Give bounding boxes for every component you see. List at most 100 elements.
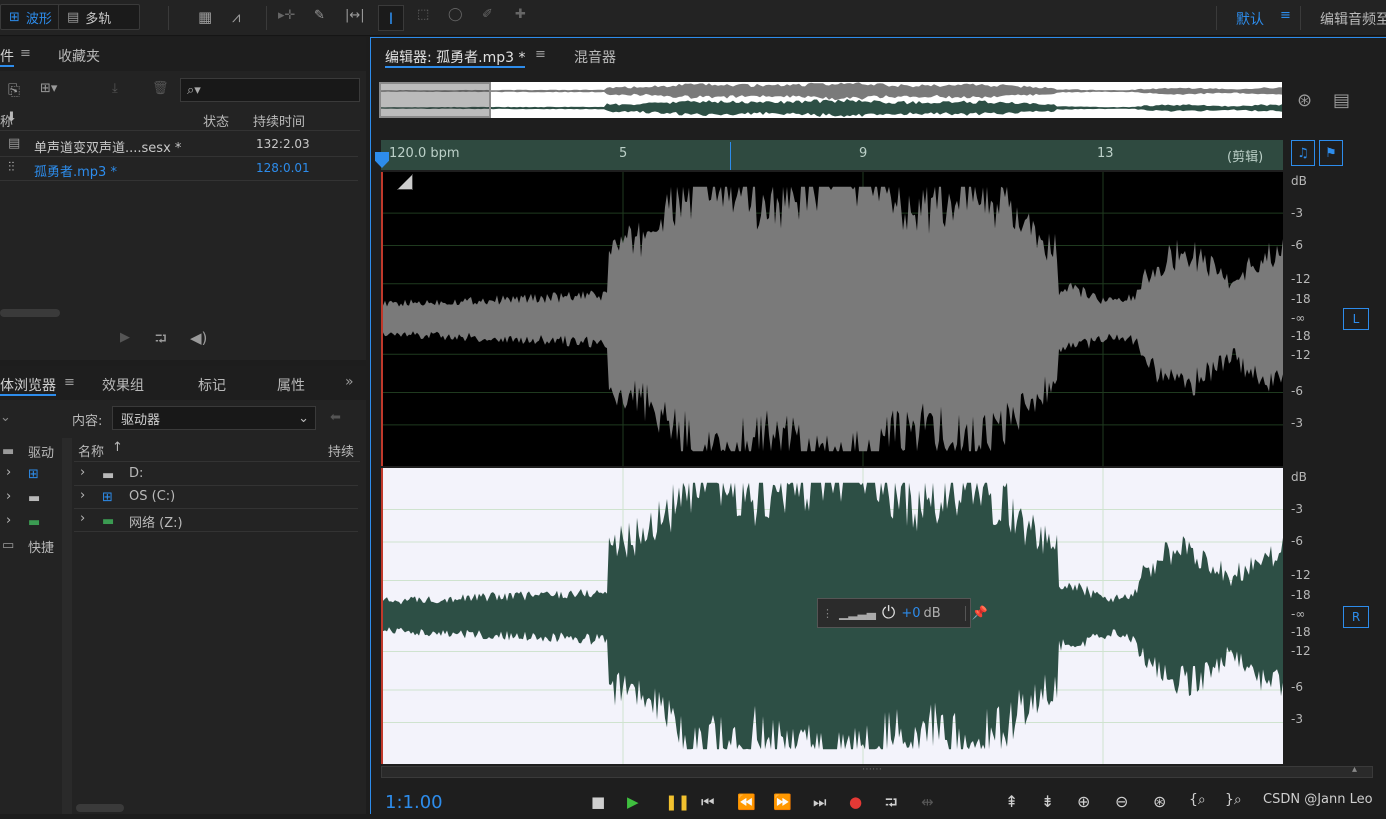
- panel-menu-icon[interactable]: ≡: [535, 47, 546, 62]
- skip-selection-icon[interactable]: ⇹: [921, 793, 934, 811]
- zoom-in-amplitude-icon[interactable]: ⇞: [1005, 792, 1018, 811]
- slip-tool-icon[interactable]: |↔|: [345, 8, 365, 23]
- visible-range-handle[interactable]: [379, 82, 491, 118]
- db-label: -12: [1291, 568, 1311, 582]
- zoom-to-selection-icon[interactable]: ⊛: [1297, 90, 1312, 111]
- list-item[interactable]: ▤ 单声道变双声道....sesx * 132:2.03: [0, 133, 358, 157]
- new-file-icon[interactable]: ⊞▾: [40, 81, 57, 96]
- network-drive-icon: ▬: [28, 515, 41, 530]
- headphones-icon[interactable]: ♫: [1291, 140, 1315, 166]
- panel-options-icon[interactable]: ▤: [1333, 90, 1350, 111]
- db-label: -18: [1291, 329, 1311, 343]
- time-display: 1:1.00: [385, 792, 443, 813]
- channel-right-toggle[interactable]: R: [1343, 606, 1369, 628]
- windows-drive-icon: ⊞: [28, 467, 39, 482]
- autoplay-speaker-icon[interactable]: ◀): [190, 329, 207, 347]
- open-file-icon[interactable]: ⎘: [8, 81, 20, 99]
- play-icon[interactable]: ▶: [627, 793, 639, 811]
- razor-tool-icon[interactable]: ✎: [314, 8, 325, 23]
- stop-icon[interactable]: ■: [591, 793, 605, 811]
- tree-toggle[interactable]: ⌄: [0, 410, 11, 425]
- tab-properties[interactable]: 属性: [277, 375, 305, 395]
- lasso-tool-icon[interactable]: ◯: [448, 7, 463, 22]
- tree-splitter[interactable]: [62, 438, 72, 814]
- multitrack-tab[interactable]: ▤ 多轨: [58, 4, 140, 30]
- tab-markers[interactable]: 标记: [198, 375, 226, 395]
- chevron-down-icon: ⌄: [298, 410, 309, 426]
- tab-mixer[interactable]: 混音器: [574, 47, 616, 67]
- db-label: -3: [1291, 712, 1303, 726]
- scroll-grip-icon: ⋯⋯: [862, 764, 882, 775]
- rewind-icon[interactable]: ⏪: [737, 793, 756, 811]
- scroll-up-icon[interactable]: ▴: [1352, 764, 1357, 775]
- zoom-full-icon[interactable]: ⊛: [1153, 792, 1166, 811]
- tab-favorites[interactable]: 收藏夹: [58, 46, 100, 66]
- brush-tool-icon[interactable]: ✐: [482, 7, 493, 22]
- skip-forward-icon[interactable]: ⏭: [813, 793, 827, 811]
- db-label: -3: [1291, 206, 1303, 220]
- edit-audio-to-video[interactable]: 编辑音频至: [1320, 9, 1386, 29]
- media-browser-panel: 体浏览器 ≡ 效果组 标记 属性 » ⌄ 内容: 驱动器 ⌄ ⬅ ▬ 驱动 › …: [0, 366, 366, 814]
- left-channel-waveform[interactable]: [381, 172, 1283, 466]
- expand-icon[interactable]: ›: [6, 513, 11, 528]
- tab-effects-rack[interactable]: 效果组: [102, 375, 144, 395]
- delete-icon[interactable]: 🗑: [152, 81, 169, 96]
- db-label: -18: [1291, 588, 1311, 602]
- divider: [1300, 6, 1301, 30]
- skip-back-icon[interactable]: ⏮: [701, 793, 715, 811]
- waveform-tab[interactable]: ⊞ 波形: [0, 4, 61, 30]
- volume-knob-icon[interactable]: ⏻: [882, 603, 895, 623]
- content-select[interactable]: 驱动器 ⌄: [112, 406, 316, 430]
- panel-menu-icon[interactable]: ≡: [20, 46, 31, 61]
- time-selection-tool-icon[interactable]: I: [378, 5, 404, 31]
- drag-handle-icon[interactable]: ⋮: [822, 607, 833, 620]
- pin-icon[interactable]: 📌: [964, 605, 988, 621]
- expand-icon[interactable]: ›: [6, 465, 11, 480]
- location-tree: ▬ 驱动 › ⊞ › ▬ › ▬ ▭ 快捷: [2, 444, 55, 556]
- loop-playback-icon[interactable]: ⮒: [885, 792, 897, 819]
- marquee-tool-icon[interactable]: ⬚: [417, 7, 429, 22]
- network-drive-icon: ▬: [102, 514, 115, 529]
- channel-left-toggle[interactable]: L: [1343, 308, 1369, 330]
- overview-navigator[interactable]: [379, 82, 1282, 118]
- record-icon[interactable]: ●: [849, 793, 862, 811]
- marker-pin-icon[interactable]: ⚑: [1319, 140, 1343, 166]
- spectral-frequency-icon[interactable]: ▦: [198, 8, 212, 26]
- list-item[interactable]: › ▬ D:: [74, 463, 358, 486]
- tab-files[interactable]: 件: [0, 46, 14, 66]
- pause-icon[interactable]: ❚❚: [665, 793, 690, 811]
- tab-editor[interactable]: 编辑器: 孤勇者.mp3 *: [385, 47, 526, 67]
- loop-icon[interactable]: ⮒: [155, 329, 167, 354]
- zoom-out-point-icon[interactable]: }⌕: [1225, 792, 1242, 808]
- timeline-ruler[interactable]: 120.0 bpm 5 9 13 (剪辑): [381, 140, 1283, 170]
- shortcut-icon: ▭: [2, 538, 15, 553]
- horizontal-scrollbar[interactable]: ⋯⋯ ▴: [381, 764, 1373, 778]
- db-label: -18: [1291, 625, 1311, 639]
- panel-menu-icon[interactable]: ≡: [64, 375, 75, 390]
- back-arrow-icon[interactable]: ⬅: [330, 410, 341, 425]
- expand-icon[interactable]: ›: [6, 489, 11, 504]
- spot-healing-icon[interactable]: ✚: [515, 7, 526, 22]
- list-item[interactable]: ⫶⫶ 孤勇者.mp3 * 128:0.01: [0, 157, 358, 181]
- workspace-default[interactable]: 默认: [1236, 9, 1264, 29]
- list-item[interactable]: › ▬ 网络 (Z:): [74, 509, 358, 532]
- insert-icon[interactable]: ⤓: [112, 81, 118, 96]
- zoom-out-amplitude-icon[interactable]: ⇟: [1041, 792, 1054, 811]
- volume-hud[interactable]: ⋮ ▁▂▃▄ ⏻ +0 dB 📌: [817, 598, 988, 628]
- fast-forward-icon[interactable]: ⏩: [773, 793, 792, 811]
- zoom-out-time-icon[interactable]: ⊖: [1115, 792, 1128, 811]
- zoom-in-time-icon[interactable]: ⊕: [1077, 792, 1090, 811]
- play-preview-icon[interactable]: ▶: [120, 330, 130, 345]
- more-tabs-icon[interactable]: »: [345, 374, 354, 390]
- tab-media-browser[interactable]: 体浏览器: [0, 375, 56, 395]
- spectral-pitch-icon[interactable]: ⩘: [232, 8, 240, 26]
- db-label: -12: [1291, 348, 1311, 362]
- list-item[interactable]: › ⊞ OS (C:): [74, 486, 358, 509]
- move-tool-icon[interactable]: ▸✛: [278, 8, 295, 23]
- horizontal-scrollbar[interactable]: [76, 804, 124, 812]
- db-label: -18: [1291, 292, 1311, 306]
- search-input[interactable]: ⌕▾: [180, 78, 360, 102]
- zoom-in-point-icon[interactable]: {⌕: [1189, 792, 1206, 808]
- workspace-menu-icon[interactable]: ≡: [1280, 8, 1291, 23]
- horizontal-scrollbar[interactable]: [0, 309, 60, 317]
